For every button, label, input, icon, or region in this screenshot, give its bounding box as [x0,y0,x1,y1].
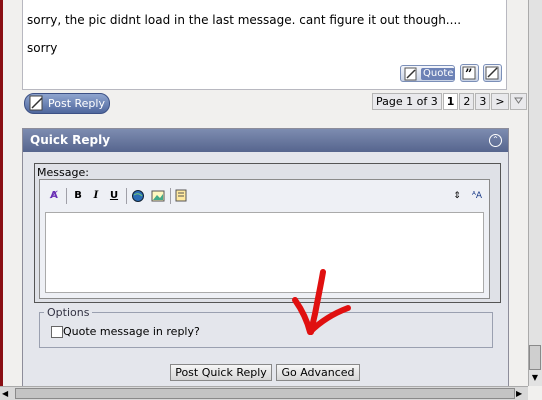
post-quick-reply-button[interactable]: Post Quick Reply [170,364,272,381]
remove-format-icon[interactable]: A̸ [47,189,61,203]
pagination: Page 1 of 3 1 2 3 > [372,93,528,110]
edit-post-button[interactable] [483,64,502,82]
svg-text:”: ” [465,67,472,81]
quote-button[interactable]: Quote [400,65,456,82]
post-reply-page-icon [29,95,43,111]
quote-page-icon [404,67,417,81]
scroll-left-arrow-icon[interactable]: ◀ [2,388,13,399]
quote-button-label: Quote [421,68,456,80]
go-advanced-button[interactable]: Go Advanced [276,364,360,381]
resize-editor-icon[interactable]: ⇕ [450,189,464,203]
insert-link-icon[interactable] [131,189,145,203]
page-link-current[interactable]: 1 [442,93,459,110]
collapse-icon[interactable]: ⌃ [489,134,502,147]
red-arrow-annotation [292,269,351,335]
bold-button[interactable]: B [71,189,85,203]
multiquote-icon: ” [462,66,476,82]
insert-quote-icon[interactable] [174,189,188,203]
quick-reply-title: Quick Reply [30,133,111,147]
quote-message-checkbox[interactable] [51,326,63,338]
chevron-down-icon [513,97,523,104]
toolbar-separator [170,188,171,204]
scroll-right-arrow-icon[interactable]: ▶ [516,388,527,399]
message-textarea[interactable] [45,212,484,293]
window-edge [0,0,3,386]
edit-icon [485,66,499,80]
toolbar-separator [126,188,127,204]
next-page-link[interactable]: > [491,93,509,110]
italic-button[interactable]: I [89,189,103,203]
horizontal-scroll-thumb[interactable] [15,388,515,399]
post-signoff-text: sorry [27,41,58,55]
page-link[interactable]: 3 [475,93,491,110]
page-indicator: Page 1 of 3 [372,93,442,110]
insert-image-icon[interactable] [151,189,165,203]
options-legend: Options [44,306,93,319]
scroll-down-arrow-icon[interactable]: ▼ [529,372,541,384]
page-link[interactable]: 2 [459,93,475,110]
multiquote-button[interactable]: ” [460,64,479,82]
message-label: Message: [37,166,89,179]
post-reply-button[interactable]: Post Reply [24,93,110,114]
vertical-scroll-thumb[interactable] [529,345,541,370]
quote-message-label[interactable]: Quote message in reply? [63,325,200,338]
page-jump-dropdown[interactable] [509,93,527,110]
post-message-text: sorry, the pic didnt load in the last me… [27,13,462,27]
vertical-scrollbar[interactable] [528,0,542,386]
underline-button[interactable]: U [107,189,121,203]
toolbar-separator [66,188,67,204]
post-reply-label: Post Reply [48,97,105,110]
switch-editor-mode-icon[interactable]: ᴬA [470,189,484,203]
